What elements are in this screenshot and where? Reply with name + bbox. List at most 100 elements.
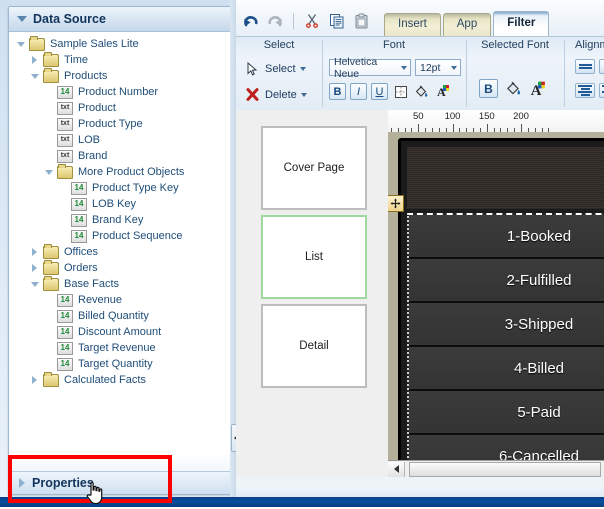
triangle-down-icon[interactable] (15, 41, 26, 47)
list-item[interactable]: 2-Fulfilled (409, 259, 604, 303)
triangle-right-icon[interactable] (29, 56, 40, 64)
ruler-tick-label: 50 (412, 111, 424, 122)
fill-bucket-icon[interactable] (413, 83, 430, 100)
ribbon-tabs[interactable]: Insert App Filter (384, 11, 551, 36)
vertical-alignment-buttons[interactable] (575, 59, 604, 74)
triangle-right-icon[interactable] (29, 264, 40, 272)
tree-node[interactable]: txt LOB (9, 132, 231, 148)
paste-icon[interactable] (352, 11, 372, 31)
tab-app[interactable]: App (442, 13, 492, 36)
align-center-button[interactable] (599, 83, 604, 98)
tree-node[interactable]: txt Product Type (9, 116, 231, 132)
cut-icon[interactable] (302, 11, 322, 31)
page-thumbnail-label: List (305, 251, 323, 263)
triangle-right-icon[interactable] (19, 478, 25, 488)
text-column-icon: txt (57, 101, 73, 115)
tree-node[interactable]: 14 Revenue (9, 292, 231, 308)
tree-node[interactable]: 14 Product Type Key (9, 180, 231, 196)
data-source-title: Data Source (33, 12, 106, 26)
align-top-button[interactable] (575, 59, 595, 74)
folder-icon (43, 243, 59, 259)
cursor-arrow-icon (244, 60, 261, 77)
page-thumbnail[interactable]: List (261, 215, 367, 299)
select-button[interactable]: Select (244, 60, 306, 77)
tree-node[interactable]: Orders (9, 259, 231, 276)
align-left-button[interactable] (575, 83, 595, 98)
redo-icon (265, 11, 285, 31)
tree-node[interactable]: 14 LOB Key (9, 196, 231, 212)
list-item[interactable]: 5-Paid (409, 391, 604, 435)
scroll-left-arrow-icon[interactable] (388, 461, 405, 477)
data-source-tree[interactable]: Sample Sales Lite Time Products 14 Product N… (9, 32, 231, 454)
tree-node[interactable]: 14 Billed Quantity (9, 308, 231, 324)
triangle-down-icon[interactable] (29, 73, 40, 79)
report-frame[interactable]: 1-Booked 2-Fulfilled 3-Shipped 4-Billed 5-Pa… (398, 138, 604, 477)
tab-filter[interactable]: Filter (493, 11, 550, 36)
page-thumbnail[interactable]: Detail (261, 304, 367, 388)
tree-node[interactable]: Products (9, 67, 231, 84)
tree-node[interactable]: Calculated Facts (9, 371, 231, 388)
tree-node[interactable]: txt Product (9, 100, 231, 116)
list-item-label: 1-Booked (506, 227, 572, 245)
chevron-down-icon[interactable] (300, 92, 307, 97)
canvas-horizontal-scrollbar[interactable] (388, 460, 604, 477)
fill-bucket-icon[interactable] (505, 80, 522, 97)
border-icon[interactable] (392, 83, 409, 100)
tree-node[interactable]: 14 Product Number (9, 84, 231, 100)
triangle-down-icon[interactable] (43, 169, 54, 175)
triangle-down-icon[interactable] (17, 16, 27, 22)
undo-icon[interactable] (240, 11, 260, 31)
data-source-header[interactable]: Data Source (9, 7, 231, 32)
tree-node[interactable]: 14 Target Quantity (9, 356, 231, 372)
chevron-down-icon[interactable] (401, 65, 407, 70)
tree-node-label: LOB (78, 134, 101, 146)
underline-button[interactable]: U (371, 83, 388, 100)
triangle-right-icon[interactable] (29, 376, 40, 384)
chevron-down-icon[interactable] (299, 66, 306, 71)
tree-node[interactable]: Time (9, 51, 231, 68)
bold-button[interactable]: B (329, 83, 346, 100)
delete-button[interactable]: Delete (244, 86, 307, 103)
move-handle-icon[interactable] (388, 195, 404, 212)
number-column-icon: 14 (57, 293, 73, 307)
number-column-icon: 14 (57, 309, 73, 323)
list-item[interactable]: 1-Booked (409, 215, 604, 259)
list-item[interactable]: 3-Shipped (409, 303, 604, 347)
ribbon-group-select: Select Select Delete (236, 37, 322, 111)
copy-icon[interactable] (327, 11, 347, 31)
selected-bold-button[interactable]: B (479, 79, 498, 98)
tree-node[interactable]: More Product Objects (9, 163, 231, 180)
font-color-icon[interactable]: A (529, 80, 546, 98)
font-size-combo[interactable]: 12pt (415, 59, 461, 76)
report-banner[interactable] (407, 147, 604, 209)
properties-bar[interactable]: Properties (9, 471, 231, 494)
scrollbar-thumb[interactable] (409, 461, 601, 477)
italic-button[interactable]: I (350, 83, 367, 100)
triangle-right-icon[interactable] (29, 248, 40, 256)
list-item[interactable]: 4-Billed (409, 347, 604, 391)
tree-node[interactable]: 14 Discount Amount (9, 324, 231, 340)
tree-node[interactable]: 14 Brand Key (9, 212, 231, 228)
triangle-down-icon[interactable] (29, 281, 40, 287)
tree-node[interactable]: txt Brand (9, 148, 231, 164)
tree-node-label: Products (64, 70, 108, 82)
tree-node[interactable]: Base Facts (9, 275, 231, 292)
selected-list-object[interactable]: 1-Booked 2-Fulfilled 3-Shipped 4-Billed 5-Pa… (407, 213, 604, 477)
pointing-hand-cursor (84, 478, 108, 509)
data-source-panel: Data Source Sample Sales Lite Time Product… (8, 6, 232, 495)
horizontal-alignment-buttons[interactable] (575, 83, 604, 98)
pages-pane[interactable]: Cover Page List Detail (236, 110, 389, 477)
font-color-icon[interactable]: A (434, 83, 451, 100)
tree-node-label: Discount Amount (78, 326, 162, 338)
align-middle-button[interactable] (599, 59, 604, 74)
number-column-icon: 14 (71, 213, 87, 227)
chevron-down-icon[interactable] (451, 65, 457, 70)
font-family-combo[interactable]: Helvetica Neue (329, 56, 411, 80)
tree-node[interactable]: Sample Sales Lite (9, 35, 231, 52)
tree-node[interactable]: 14 Product Sequence (9, 228, 231, 244)
tree-node[interactable]: Offices (9, 243, 231, 260)
tree-node[interactable]: 14 Target Revenue (9, 340, 231, 356)
tab-insert[interactable]: Insert (384, 13, 441, 36)
report-canvas[interactable]: 1-Booked 2-Fulfilled 3-Shipped 4-Billed 5-Pa… (388, 132, 604, 477)
page-thumbnail[interactable]: Cover Page (261, 126, 367, 210)
